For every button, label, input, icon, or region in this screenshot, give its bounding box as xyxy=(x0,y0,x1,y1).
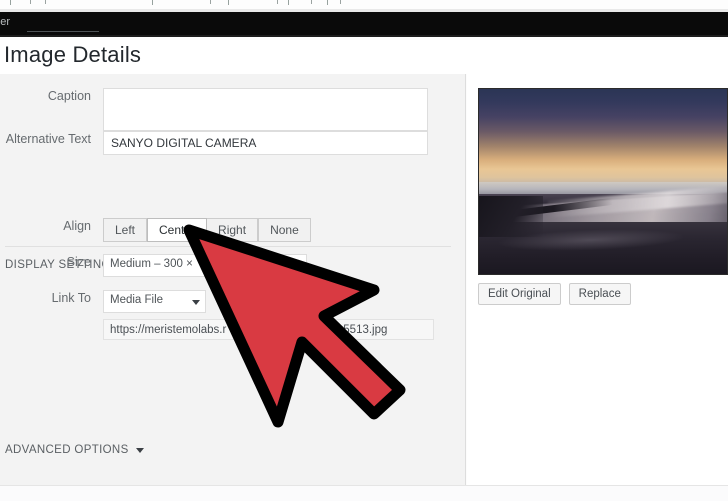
section-divider xyxy=(5,246,451,247)
alt-text-label: Alternative Text xyxy=(0,131,103,147)
image-preview xyxy=(478,88,728,275)
size-row: Size Medium – 300 × xyxy=(0,254,307,277)
link-to-select-value: Media File xyxy=(110,294,163,306)
size-label: Size xyxy=(0,254,103,270)
preview-pane: Edit Original Replace xyxy=(467,74,728,485)
alt-text-row: Alternative Text xyxy=(0,131,428,155)
align-button-group: Left Center Right None xyxy=(103,218,311,242)
preview-sky xyxy=(479,89,727,182)
admin-bar[interactable]: der xyxy=(0,12,728,35)
admin-bar-underline xyxy=(27,31,99,32)
preview-actions: Edit Original Replace xyxy=(478,283,631,305)
browser-edge-sliver xyxy=(0,0,728,9)
chevron-down-icon xyxy=(136,448,144,453)
advanced-options-toggle[interactable]: ADVANCED OPTIONS xyxy=(5,444,144,456)
caption-label: Caption xyxy=(0,88,103,104)
replace-button[interactable]: Replace xyxy=(569,283,631,305)
align-option-none[interactable]: None xyxy=(258,218,311,242)
align-label: Align xyxy=(0,218,103,234)
align-row: Align Left Center Right None xyxy=(0,218,311,242)
edit-original-button[interactable]: Edit Original xyxy=(478,283,561,305)
size-select[interactable]: Medium – 300 × xyxy=(103,254,307,277)
modal-footer xyxy=(0,485,728,501)
caption-row: Caption xyxy=(0,88,428,136)
link-url-row xyxy=(0,319,434,340)
preview-left-shadow xyxy=(479,196,543,237)
alt-text-input[interactable] xyxy=(103,131,428,155)
align-option-right[interactable]: Right xyxy=(207,218,258,242)
page-title: Image Details xyxy=(4,42,141,68)
align-option-left[interactable]: Left xyxy=(103,218,147,242)
align-option-center[interactable]: Center xyxy=(147,218,207,242)
advanced-options-label: ADVANCED OPTIONS xyxy=(5,444,129,456)
settings-pane: Caption Alternative Text DISPLAY SETTING… xyxy=(0,74,466,485)
link-url-input[interactable] xyxy=(103,319,434,340)
chevron-down-icon xyxy=(192,300,200,305)
link-to-select[interactable]: Media File xyxy=(103,290,206,313)
admin-bar-label: der xyxy=(0,16,10,28)
chevron-down-icon xyxy=(293,264,301,269)
link-to-label: Link To xyxy=(0,290,103,306)
size-select-value: Medium – 300 × xyxy=(110,258,193,270)
screenshot-root: der Image Details Caption Alternative Te… xyxy=(0,0,728,501)
caption-input[interactable] xyxy=(103,88,428,131)
link-to-row: Link To Media File xyxy=(0,290,206,313)
